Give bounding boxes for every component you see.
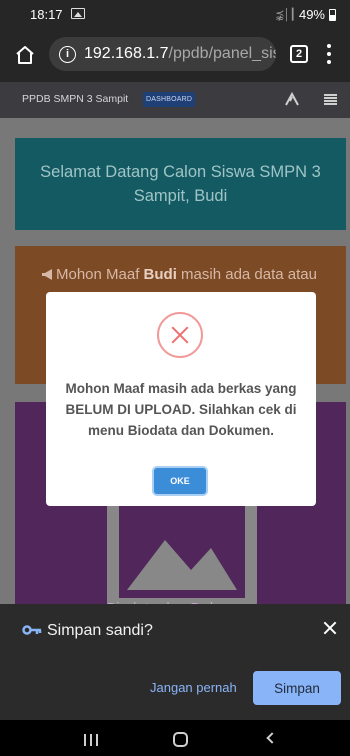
home-icon[interactable] — [14, 44, 36, 66]
url-host: 192.168.1.7 — [84, 45, 169, 62]
system-nav-bar — [0, 720, 350, 756]
status-time: 18:17 — [30, 7, 63, 22]
warning-student-name: Budi — [143, 266, 177, 283]
back-icon[interactable] — [266, 732, 278, 744]
battery-percent: 49% — [298, 7, 325, 22]
signal-icon: ⪹│┃ — [275, 9, 296, 21]
upload-warning-dialog: Mohon Maaf masih ada berkas yang BELUM D… — [46, 292, 316, 506]
gallery-notification-icon — [71, 8, 85, 19]
app-navbar: PPDB SMPN 3 Sampit DASHBOARD — [0, 82, 350, 118]
address-bar[interactable]: i 192.168.1.7 /ppdb/panel_sis — [49, 37, 276, 71]
warning-text-prefix: Mohon Maaf — [56, 266, 144, 283]
status-bar: 18:17 ⪹│┃ 49% — [0, 0, 350, 28]
battery-icon — [329, 8, 336, 21]
save-password-prompt: Simpan sandi? Jangan pernah Simpan — [0, 604, 350, 720]
recents-icon[interactable] — [84, 734, 98, 746]
key-icon — [22, 625, 42, 635]
app-brand[interactable]: PPDB SMPN 3 Sampit — [22, 93, 128, 105]
logo-icon — [285, 91, 299, 106]
dashboard-badge: DASHBOARD — [143, 92, 196, 107]
warning-text-suffix: masih ada data atau — [176, 266, 317, 283]
welcome-panel: Selamat Datang Calon Siswa SMPN 3 Sampit… — [15, 138, 346, 230]
status-right: ⪹│┃ 49% — [275, 7, 336, 22]
hamburger-menu-icon[interactable] — [324, 94, 337, 105]
save-password-button[interactable]: Simpan — [253, 671, 341, 705]
ok-button[interactable]: OKE — [154, 468, 206, 494]
never-button[interactable]: Jangan pernah — [150, 680, 237, 695]
url-path: /ppdb/panel_sis — [168, 45, 276, 62]
megaphone-icon — [42, 269, 52, 280]
tab-switcher-button[interactable]: 2 — [290, 45, 308, 63]
browser-toolbar: i 192.168.1.7 /ppdb/panel_sis 2 — [0, 28, 350, 82]
info-icon[interactable]: i — [59, 45, 76, 63]
error-icon — [157, 312, 203, 358]
browser-menu-icon[interactable] — [326, 44, 332, 64]
save-password-title: Simpan sandi? — [47, 622, 153, 639]
home-button-icon[interactable] — [173, 732, 188, 747]
dialog-message: Mohon Maaf masih ada berkas yang BELUM D… — [65, 381, 297, 438]
close-icon[interactable] — [320, 618, 340, 638]
